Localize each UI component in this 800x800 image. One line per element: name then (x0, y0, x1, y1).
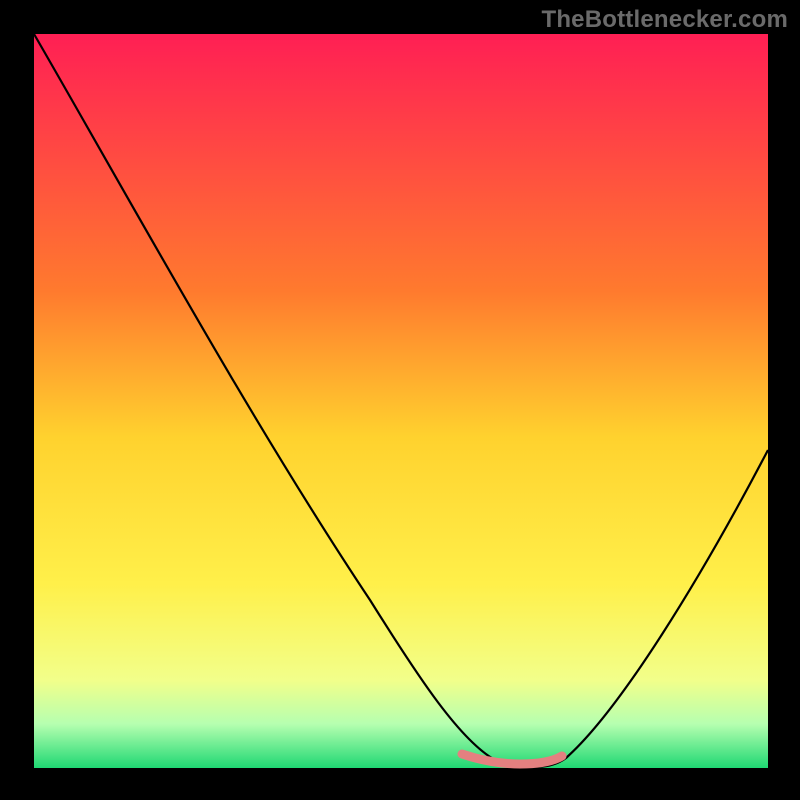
bottleneck-chart: TheBottlenecker.com (0, 0, 800, 800)
watermark-label: TheBottlenecker.com (541, 6, 788, 34)
chart-svg (0, 0, 800, 800)
plot-background (34, 34, 768, 768)
